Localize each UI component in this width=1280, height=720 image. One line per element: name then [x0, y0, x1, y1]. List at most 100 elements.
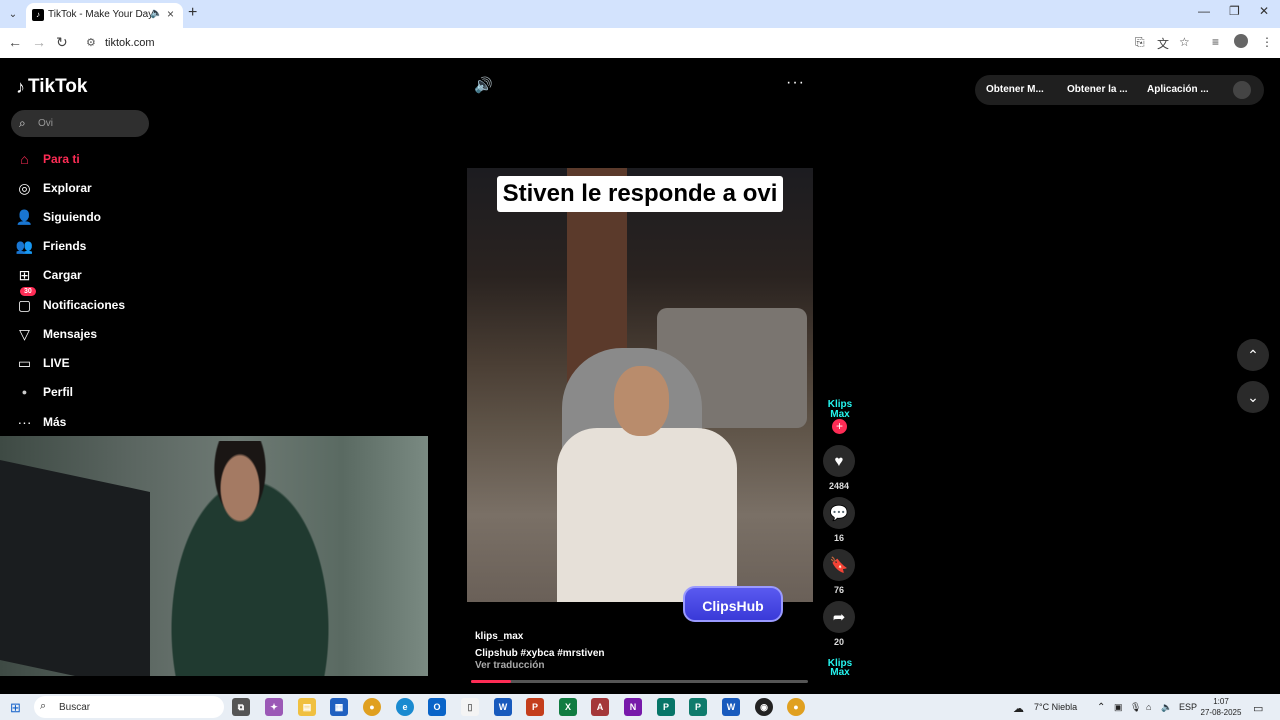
previous-video-button[interactable]: ⌃ [1237, 339, 1269, 371]
network-icon[interactable]: ⌂ [1146, 702, 1151, 712]
reload-icon[interactable]: ↻ [56, 34, 68, 51]
get-coins-link[interactable]: Obtener M... [986, 84, 1044, 95]
share-button[interactable]: ➦ [823, 601, 855, 633]
browser-tab[interactable]: ♪ TikTok - Make Your Day 🔈 × [26, 3, 183, 28]
nav-label: Perfil [43, 385, 74, 399]
video-description: Clipshub #xybca #mrstiven [475, 648, 605, 659]
word-icon[interactable]: W [494, 698, 512, 716]
follow-plus-icon[interactable]: + [832, 419, 847, 434]
nav-label: Más [43, 415, 67, 429]
clipshub-watermark: ClipsHub [683, 586, 783, 622]
microphone-icon[interactable]: 🎙 [1130, 702, 1141, 713]
tray-app-icon[interactable]: ▣ [1114, 702, 1123, 713]
excel-icon[interactable]: X [559, 698, 577, 716]
tray-expand-icon[interactable]: ⌃ [1097, 702, 1105, 713]
word-alt-icon[interactable]: W [722, 698, 740, 716]
nav-item-explorar[interactable]: ◎ Explorar [16, 176, 92, 200]
edge-icon[interactable]: e [396, 698, 414, 716]
powerpoint-icon[interactable]: P [526, 698, 544, 716]
search-input[interactable]: ⌕ Ovi [11, 110, 149, 137]
compass-icon: ◎ [18, 179, 31, 196]
nav-item-friends[interactable]: 👥 Friends [16, 234, 87, 258]
translate-icon[interactable]: 文 [1157, 35, 1169, 52]
bookmark-star-icon[interactable]: ☆ [1179, 35, 1190, 49]
publisher-icon[interactable]: P [657, 698, 675, 716]
user-follow-icon: 👤 [15, 208, 34, 225]
video-progress-bar[interactable] [471, 680, 808, 683]
get-app-link[interactable]: Obtener la ... [1067, 84, 1128, 95]
url-text: tiktok.com [105, 37, 155, 49]
address-bar[interactable]: ⚙ tiktok.com [80, 31, 1200, 55]
nav-item-notificaciones[interactable]: ▢ 30 Notificaciones [16, 287, 125, 317]
video-scene-person [557, 428, 737, 602]
tab-close-icon[interactable]: × [167, 7, 174, 21]
new-tab-button[interactable]: + [188, 4, 197, 22]
browser-menu-icon[interactable]: ⋮ [1261, 35, 1273, 49]
profile-avatar-icon: ● [21, 387, 28, 397]
chrome-icon[interactable]: ● [363, 698, 381, 716]
profile-avatar[interactable] [1234, 34, 1248, 48]
save-button[interactable]: 🔖 [823, 549, 855, 581]
nav-item-perfil[interactable]: ● Perfil [16, 380, 73, 404]
outlook-icon[interactable]: O [428, 698, 446, 716]
tiktok-logo[interactable]: ♪ TikTok [16, 76, 87, 98]
video-caption: Stiven le responde a ovi [497, 176, 783, 212]
copilot-icon[interactable]: ✦ [265, 698, 283, 716]
user-avatar[interactable] [1233, 81, 1251, 99]
project-icon[interactable]: P [689, 698, 707, 716]
clock[interactable]: 1:07 27-08-2025 [1198, 696, 1244, 718]
tab-search-button[interactable]: ⌄ [4, 5, 22, 23]
windows-start-icon[interactable]: ⊞ [10, 700, 21, 716]
more-options-icon[interactable]: ··· [786, 74, 805, 92]
nav-item-mas[interactable]: ··· Más [16, 410, 67, 434]
video-author[interactable]: klips_max [475, 631, 523, 642]
site-info-icon[interactable]: ⚙ [86, 36, 96, 49]
download-app-link[interactable]: Aplicación ... [1147, 84, 1209, 95]
comment-button[interactable]: 💬 [823, 497, 855, 529]
access-icon[interactable]: A [591, 698, 609, 716]
like-button[interactable]: ♥ [823, 445, 855, 477]
video-scene-head [614, 366, 669, 436]
nav-item-live[interactable]: ▭ LIVE [16, 351, 70, 375]
webcam-overlay [0, 436, 428, 676]
nav-label: Explorar [43, 181, 92, 195]
like-count: 2484 [828, 481, 850, 491]
nav-item-mensajes[interactable]: ▽ Mensajes [16, 322, 97, 346]
store-icon[interactable]: ▦ [330, 698, 348, 716]
search-icon: ⌕ [40, 700, 47, 712]
nav-label: Siguiendo [43, 210, 101, 224]
inbox-icon: ▢ [17, 296, 32, 313]
onenote-icon[interactable]: N [624, 698, 642, 716]
minimize-button[interactable]: — [1198, 4, 1210, 18]
notification-center-icon[interactable]: ▭ [1253, 702, 1263, 715]
volume-tray-icon[interactable]: 🔈 [1161, 702, 1172, 713]
file-explorer-icon[interactable]: ▤ [298, 698, 316, 716]
notepad-icon[interactable]: ▯ [461, 698, 479, 716]
volume-icon[interactable]: 🔊 [474, 76, 493, 94]
weather-text[interactable]: 7°C Niebla [1034, 702, 1077, 712]
chevron-up-icon: ⌃ [1247, 346, 1259, 363]
translate-link[interactable]: Ver traducción [475, 660, 544, 671]
clock-date: 27-08-2025 [1200, 708, 1242, 717]
back-icon[interactable]: ← [8, 34, 22, 50]
close-window-button[interactable]: ✕ [1259, 4, 1269, 18]
next-video-button[interactable]: ⌄ [1237, 381, 1269, 413]
maximize-button[interactable]: ❐ [1229, 4, 1240, 18]
sound-disc[interactable]: Klips Max [825, 659, 855, 679]
tab-audio-icon[interactable]: 🔈 [150, 8, 162, 19]
comment-icon: 💬 [829, 505, 849, 522]
install-app-icon[interactable]: ⎘ [1135, 35, 1145, 50]
nav-item-siguiendo[interactable]: 👤 Siguiendo [16, 205, 101, 229]
video-player[interactable]: Stiven le responde a ovi [467, 168, 813, 602]
forward-icon[interactable]: → [32, 34, 46, 50]
language-indicator[interactable]: ESP [1179, 702, 1197, 712]
nav-item-para-ti[interactable]: ⌂ Para ti [16, 147, 79, 171]
weather-icon[interactable]: ☁ [1013, 702, 1024, 715]
obs-icon[interactable]: ◉ [755, 698, 773, 716]
task-view-icon[interactable]: ⧉ [232, 698, 250, 716]
taskbar-search[interactable]: ⌕ Buscar [34, 696, 224, 718]
chrome-active-icon[interactable]: ● [787, 698, 805, 716]
comment-count: 16 [833, 533, 844, 543]
media-controls-icon[interactable]: ≡ [1212, 35, 1219, 49]
nav-item-cargar[interactable]: ⊞ Cargar [16, 263, 82, 287]
